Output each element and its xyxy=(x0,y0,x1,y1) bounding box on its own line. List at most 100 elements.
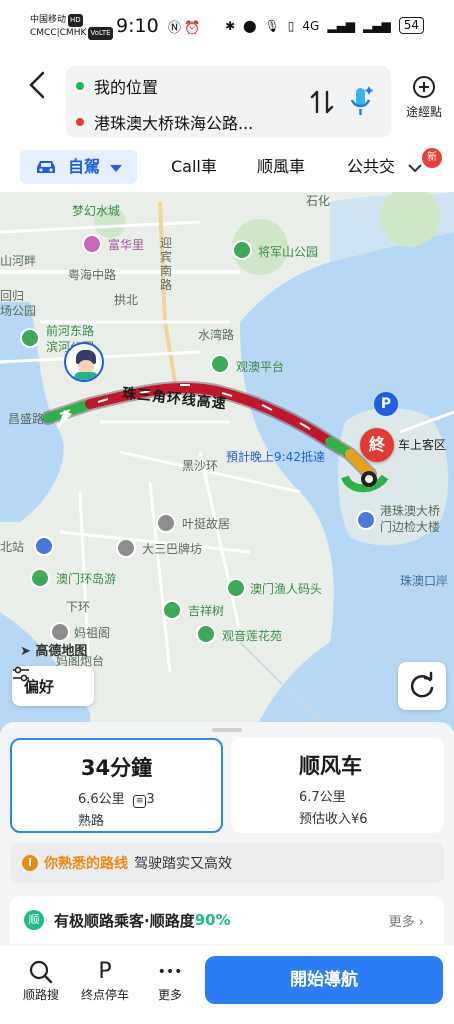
new-badge: 新 xyxy=(422,148,442,168)
refresh-route-button[interactable] xyxy=(398,662,446,710)
destination-point-icon xyxy=(361,471,377,487)
map-label: 叶挺故居 xyxy=(182,517,231,531)
signal-icon: ▂▄▆ xyxy=(327,18,356,33)
map-label: 港珠澳大桥 xyxy=(380,504,441,518)
swap-icon xyxy=(310,90,334,114)
map-label: 澳门环岛游 xyxy=(56,572,117,586)
clock: 9:10 xyxy=(116,15,159,37)
user-location-avatar[interactable] xyxy=(64,342,104,382)
map-label: 门边检大楼 xyxy=(380,520,441,534)
origin-field[interactable]: 我的位置 xyxy=(76,74,158,98)
swap-route-button[interactable] xyxy=(309,88,335,122)
destination-dot-icon xyxy=(76,118,84,126)
tab-call-car[interactable]: Call車 xyxy=(171,150,217,184)
park-icon xyxy=(196,624,216,644)
promo-more-link[interactable]: 更多 › xyxy=(389,911,424,930)
carpool-title: 顺风车 xyxy=(299,754,362,778)
carpool-promo[interactable]: 顺 有极顺路乘客·顺路度 90% 更多 › xyxy=(10,896,444,944)
carpool-icon: 顺 xyxy=(24,910,44,930)
preference-button[interactable]: 偏好 xyxy=(12,666,94,706)
map-view[interactable]: 梦幻水城 富华里 迎宾南路 石化 山河畔 粤海中路 将军山公园 拱北 回归 场公… xyxy=(0,192,454,742)
vibrate-icon: ▯ xyxy=(287,18,295,33)
tab-carpool[interactable]: 顺風車 xyxy=(257,150,305,184)
route-duration: 34分鐘 xyxy=(80,756,153,780)
tab-drive[interactable]: 自駕 xyxy=(20,150,137,184)
add-waypoint-button[interactable]: 途經點 xyxy=(400,76,448,120)
route-card-carpool[interactable]: 顺风车 6.7公里 预估收入¥6 xyxy=(231,738,444,833)
location-icon: ⬤ xyxy=(243,18,257,33)
park-icon xyxy=(30,568,50,588)
sheet-handle[interactable] xyxy=(212,728,242,732)
map-label: 珠澳口岸 xyxy=(400,574,449,588)
chevron-down-icon xyxy=(408,164,422,173)
carrier-info: 中国移动 HD CMCC|CMHK VoLTE xyxy=(30,14,113,40)
search-along-button[interactable]: 顺路搜 xyxy=(13,958,69,1003)
car-icon xyxy=(37,161,55,173)
station-icon xyxy=(34,536,54,556)
status-bar: 中国移动 HD CMCC|CMHK VoLTE 9:10 Ⓝ⏰ ✱ ⬤ 🎙 ▯ 4G… xyxy=(0,0,454,56)
route-input-box: 我的位置 港珠澳大桥珠海公路... xyxy=(66,66,391,138)
destination-parking-label: 终点停车 xyxy=(80,988,129,1002)
map-label: 粤海中路 xyxy=(68,268,117,282)
parking-icon: P xyxy=(98,959,112,984)
more-button[interactable]: ••• 更多 xyxy=(142,958,198,1003)
notification-icons: Ⓝ⏰ xyxy=(168,17,203,36)
back-button[interactable] xyxy=(26,70,50,100)
map-label: 下环 xyxy=(66,600,91,614)
back-icon xyxy=(29,71,45,99)
refresh-icon xyxy=(410,671,434,698)
search-along-label: 顺路搜 xyxy=(22,988,59,1002)
volte-tag: VoLTE xyxy=(88,27,113,40)
voice-assistant-button[interactable] xyxy=(346,84,376,118)
carpool-income: 预估收入¥6 xyxy=(299,812,368,827)
map-label: 拱北 xyxy=(114,293,139,307)
carpool-distance: 6.7公里 xyxy=(299,790,346,805)
amap-logo-text: 高德地图 xyxy=(35,644,88,659)
map-label: 妈祖阁 xyxy=(74,626,111,640)
traffic-light-icon: ≡ xyxy=(132,795,147,808)
map-label: 车上客区 xyxy=(398,438,447,452)
sliders-icon xyxy=(13,666,29,682)
destination-parking-button[interactable]: P 终点停车 xyxy=(77,958,133,1003)
map-label: 山河畔 xyxy=(0,254,37,268)
eta-label: 預計晚上9:42抵達 xyxy=(226,450,325,464)
destination-field[interactable]: 港珠澳大桥珠海公路... xyxy=(76,110,253,134)
landmark-icon xyxy=(50,622,70,642)
bottom-action-bar: 顺路搜 P 终点停车 ••• 更多 開始導航 xyxy=(0,946,454,1024)
hd-tag: HD xyxy=(68,14,83,27)
alarm-icon: ⏰ xyxy=(184,21,204,36)
origin-text: 我的位置 xyxy=(94,78,159,97)
map-label: 场公园 xyxy=(0,304,37,318)
map-label: 前河东路 xyxy=(46,324,95,338)
map-label: 石化 xyxy=(306,194,331,208)
traffic-light-count: 3 xyxy=(146,792,155,807)
tab-transit[interactable]: 公共交 xyxy=(347,150,395,184)
search-icon xyxy=(13,958,69,986)
route-card-fastest[interactable]: 34分鐘 6.6公里 ≡ 3 熟路 xyxy=(10,738,223,833)
map-label: 昌盛路 xyxy=(8,412,45,426)
waypoint-label: 途經點 xyxy=(405,105,442,119)
route-header: 我的位置 港珠澳大桥珠海公路... 途經點 xyxy=(0,56,454,146)
map-label: 观音莲花苑 xyxy=(222,629,283,643)
promo-text: 有极顺路乘客·顺路度 xyxy=(54,911,195,930)
landmark-icon xyxy=(156,513,176,533)
map-label: 澳门渔人码头 xyxy=(250,582,323,596)
familiar-route-hint: i 你熟悉的路线 驾驶踏实又高效 xyxy=(10,843,444,883)
carrier-name-2: CMCC|CMHK xyxy=(30,28,87,38)
map-label: 梦幻水城 xyxy=(72,204,121,218)
park-icon xyxy=(162,600,182,620)
travel-mode-tabs: 自駕 Call車 顺風車 公共交 xyxy=(0,146,454,192)
destination-marker[interactable]: 終 xyxy=(360,428,394,462)
carrier-name: 中国移动 xyxy=(30,15,67,25)
amap-logo: ➤ 高德地图 xyxy=(20,644,88,659)
route-tag: 熟路 xyxy=(78,814,105,829)
mic-icon: 🎙 xyxy=(264,18,280,33)
parking-marker-icon[interactable]: P xyxy=(374,392,398,416)
voice-assistant-icon xyxy=(350,86,374,115)
hint-highlight: 你熟悉的路线 xyxy=(44,856,128,872)
map-label: 北站 xyxy=(0,540,25,554)
chevron-down-icon xyxy=(110,165,122,172)
building-icon xyxy=(356,510,376,530)
map-label: 吉祥树 xyxy=(188,604,225,618)
start-navigation-button[interactable]: 開始導航 xyxy=(205,956,443,1004)
